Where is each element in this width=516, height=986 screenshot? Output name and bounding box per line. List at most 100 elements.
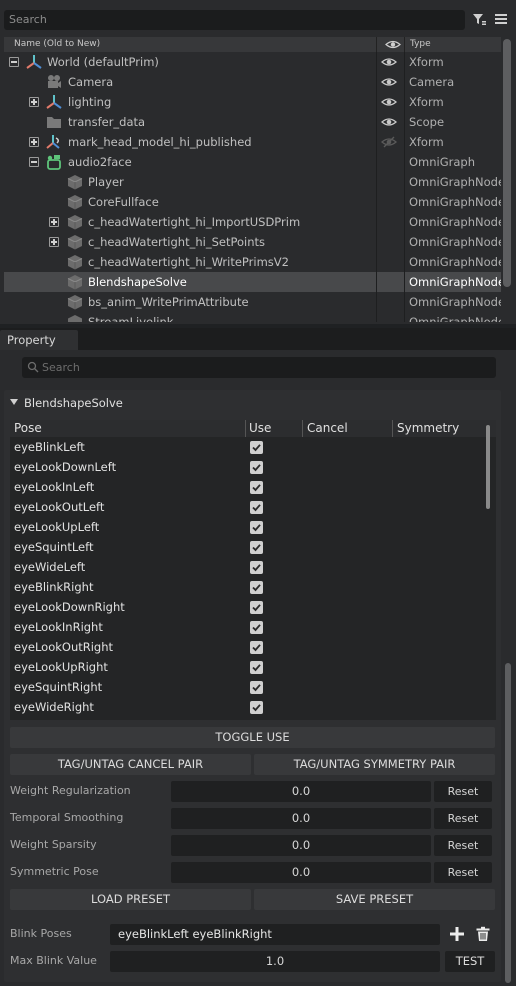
toggle-use-button[interactable]: TOGGLE USE bbox=[10, 727, 495, 748]
use-checkbox[interactable] bbox=[250, 461, 263, 474]
pose-row[interactable]: eyeLookInRight bbox=[10, 617, 490, 637]
expand-toggle[interactable] bbox=[49, 237, 59, 247]
temporal-smoothing-field[interactable]: 0.0 bbox=[171, 808, 431, 829]
tree-row-type: OmniGraphNode bbox=[409, 295, 501, 309]
pose-row[interactable]: eyeLookUpRight bbox=[10, 657, 490, 677]
trash-icon[interactable] bbox=[475, 926, 491, 942]
pose-name: eyeLookOutRight bbox=[14, 640, 114, 654]
tree-row-audio2face[interactable]: audio2face OmniGraph bbox=[4, 152, 501, 172]
section-header[interactable]: BlendshapeSolve bbox=[10, 395, 123, 411]
collapse-toggle[interactable] bbox=[9, 57, 19, 67]
pose-row[interactable]: eyeLookInLeft bbox=[10, 477, 490, 497]
column-divider bbox=[376, 37, 377, 52]
tree-row-set-points[interactable]: c_headWatertight_hi_SetPoints OmniGraphN… bbox=[4, 232, 501, 252]
use-checkbox[interactable] bbox=[250, 521, 263, 534]
eye-hidden-icon[interactable] bbox=[380, 135, 398, 149]
pose-table-scrollbar[interactable] bbox=[486, 425, 490, 509]
weight-sparsity-field[interactable]: 0.0 bbox=[171, 835, 431, 856]
symmetric-pose-label: Symmetric Pose bbox=[10, 865, 99, 878]
use-checkbox[interactable] bbox=[250, 441, 263, 454]
tag-symmetry-pair-button[interactable]: TAG/UNTAG SYMMETRY PAIR bbox=[254, 754, 495, 775]
tree-row-world[interactable]: World (defaultPrim) Xform bbox=[4, 52, 501, 72]
pose-row[interactable]: eyeLookOutLeft bbox=[10, 497, 490, 517]
blink-poses-field[interactable]: eyeBlinkLeft eyeBlinkRight bbox=[110, 924, 440, 945]
tree-row-lighting[interactable]: lighting Xform bbox=[4, 92, 501, 112]
temporal-smoothing-reset-button[interactable]: Reset bbox=[434, 808, 492, 829]
name-column-header[interactable]: Name (Old to New) bbox=[14, 37, 100, 52]
expand-toggle[interactable] bbox=[49, 217, 59, 227]
tree-row-player[interactable]: Player OmniGraphNode bbox=[4, 172, 501, 192]
symmetric-pose-field[interactable]: 0.0 bbox=[171, 862, 431, 883]
use-checkbox[interactable] bbox=[250, 541, 263, 554]
eye-icon[interactable] bbox=[380, 75, 398, 89]
use-checkbox[interactable] bbox=[250, 581, 263, 594]
use-checkbox[interactable] bbox=[250, 481, 263, 494]
expand-toggle[interactable] bbox=[29, 137, 39, 147]
use-checkbox[interactable] bbox=[250, 621, 263, 634]
filter-icon[interactable] bbox=[472, 12, 486, 26]
weight-regularization-reset-button[interactable]: Reset bbox=[434, 781, 492, 802]
weight-sparsity-reset-button[interactable]: Reset bbox=[434, 835, 492, 856]
pose-row[interactable]: eyeLookDownRight bbox=[10, 597, 490, 617]
eye-icon[interactable] bbox=[380, 95, 398, 109]
use-checkbox[interactable] bbox=[250, 681, 263, 694]
pose-row[interactable]: eyeWideRight bbox=[10, 697, 490, 717]
use-column-header[interactable]: Use bbox=[249, 420, 271, 437]
pose-row[interactable]: eyeSquintLeft bbox=[10, 537, 490, 557]
expand-toggle[interactable] bbox=[29, 97, 39, 107]
pose-row[interactable]: eyeWideLeft bbox=[10, 557, 490, 577]
tree-row-transfer-data[interactable]: transfer_data Scope bbox=[4, 112, 501, 132]
use-checkbox[interactable] bbox=[250, 701, 263, 714]
pose-row[interactable]: eyeLookOutRight bbox=[10, 637, 490, 657]
use-checkbox[interactable] bbox=[250, 641, 263, 654]
tree-row-mark-head-model[interactable]: mark_head_model_hi_published Xform bbox=[4, 132, 501, 152]
tree-row-import-usd-prim[interactable]: c_headWatertight_hi_ImportUSDPrim OmniGr… bbox=[4, 212, 501, 232]
max-blink-value-field[interactable]: 1.0 bbox=[110, 951, 440, 972]
pose-name: eyeLookDownRight bbox=[14, 600, 125, 614]
tree-row-write-prims[interactable]: c_headWatertight_hi_WritePrimsV2 OmniGra… bbox=[4, 252, 501, 272]
pose-row[interactable]: eyeBlinkRight bbox=[10, 577, 490, 597]
collapse-triangle-icon[interactable] bbox=[10, 399, 18, 405]
property-search-input[interactable]: Search bbox=[22, 357, 496, 378]
cancel-column-header[interactable]: Cancel bbox=[307, 420, 348, 437]
property-tabbar: Property bbox=[0, 328, 516, 350]
save-preset-button[interactable]: SAVE PRESET bbox=[254, 889, 495, 910]
use-checkbox[interactable] bbox=[250, 601, 263, 614]
tree-row-label: c_headWatertight_hi_SetPoints bbox=[88, 235, 265, 249]
pose-table: Pose Use Cancel Symmetry eyeBlinkLeft eye… bbox=[10, 420, 496, 720]
pose-row[interactable]: eyeLookUpLeft bbox=[10, 517, 490, 537]
tree-row-label: mark_head_model_hi_published bbox=[68, 135, 252, 149]
tab-property[interactable]: Property bbox=[0, 330, 78, 350]
pose-name: eyeWideLeft bbox=[14, 560, 86, 574]
collapse-toggle[interactable] bbox=[29, 157, 39, 167]
property-scrollbar[interactable] bbox=[505, 663, 511, 983]
type-column-header[interactable]: Type bbox=[410, 37, 431, 52]
symmetry-column-header[interactable]: Symmetry bbox=[397, 420, 459, 437]
symmetric-pose-reset-button[interactable]: Reset bbox=[434, 862, 492, 883]
tag-cancel-pair-button[interactable]: TAG/UNTAG CANCEL PAIR bbox=[10, 754, 251, 775]
menu-icon[interactable] bbox=[494, 12, 508, 26]
tree-row-type: Xform bbox=[409, 55, 444, 69]
tree-row-bs-anim[interactable]: bs_anim_WritePrimAttribute OmniGraphNode bbox=[4, 292, 501, 312]
use-checkbox[interactable] bbox=[250, 501, 263, 514]
use-checkbox[interactable] bbox=[250, 561, 263, 574]
test-button[interactable]: TEST bbox=[445, 951, 495, 972]
pose-column-header[interactable]: Pose bbox=[14, 420, 42, 437]
add-icon[interactable] bbox=[449, 926, 465, 942]
tree-row-corefullface[interactable]: CoreFullface OmniGraphNode bbox=[4, 192, 501, 212]
eye-icon[interactable] bbox=[380, 115, 398, 129]
stage-search-input[interactable]: Search bbox=[4, 10, 465, 30]
stage-scrollbar[interactable] bbox=[503, 39, 511, 287]
tree-row-blendshape-solve[interactable]: BlendshapeSolve OmniGraphNode bbox=[4, 272, 501, 292]
pose-row[interactable]: eyeSquintRight bbox=[10, 677, 490, 697]
tree-row-label: lighting bbox=[68, 95, 112, 109]
weight-regularization-field[interactable]: 0.0 bbox=[171, 781, 431, 802]
pose-row[interactable]: eyeLookDownLeft bbox=[10, 457, 490, 477]
eye-icon[interactable] bbox=[380, 55, 398, 69]
tree-row-camera[interactable]: Camera Camera bbox=[4, 72, 501, 92]
pose-row[interactable]: eyeBlinkLeft bbox=[10, 437, 490, 457]
load-preset-button[interactable]: LOAD PRESET bbox=[10, 889, 251, 910]
use-checkbox[interactable] bbox=[250, 661, 263, 674]
tree-row-stream-livelink[interactable]: StreamLivelink OmniGraphNode bbox=[4, 312, 501, 322]
tree-row-label: StreamLivelink bbox=[88, 315, 174, 322]
